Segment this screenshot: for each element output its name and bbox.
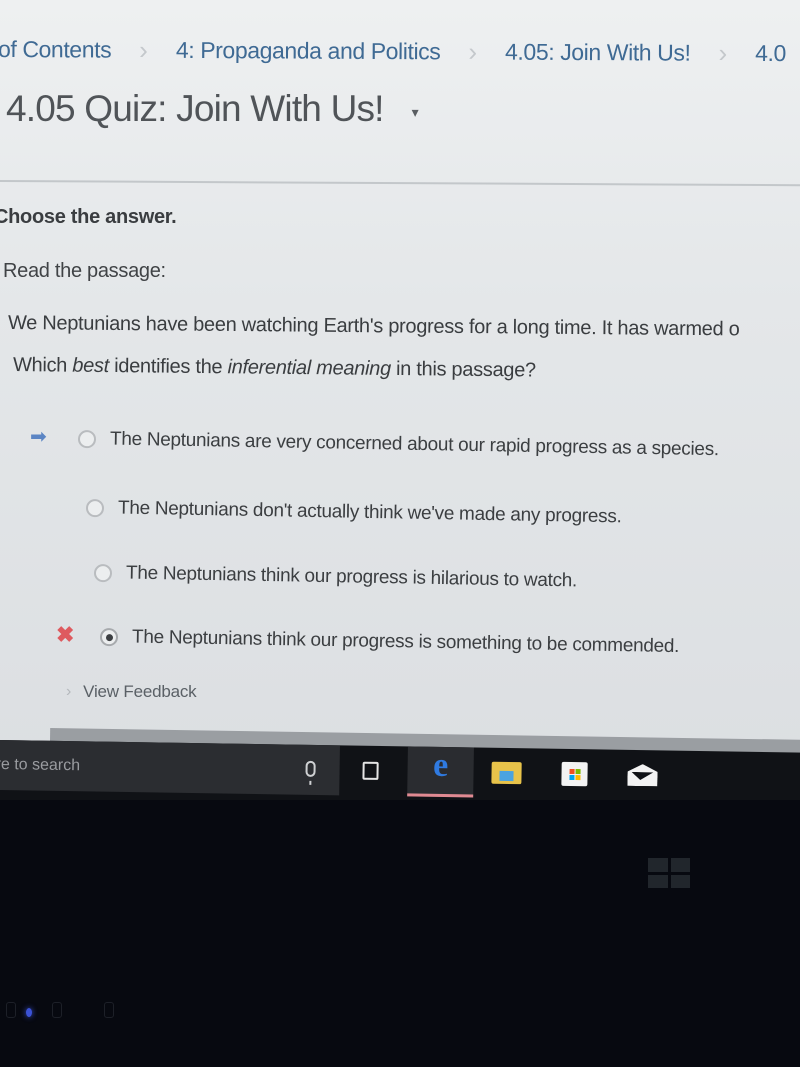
- breadcrumb-item-table-of-contents[interactable]: of Contents: [0, 35, 111, 63]
- answer-option-2[interactable]: The Neptunians don't actually think we'v…: [85, 497, 622, 528]
- breadcrumb-item-lesson[interactable]: 4.05: Join With Us!: [505, 38, 691, 66]
- question-part: in this passage?: [390, 357, 536, 382]
- breadcrumb-item-quiz[interactable]: 4.0: [755, 39, 786, 66]
- radio-button-selected[interactable]: [99, 628, 119, 647]
- view-feedback-label: View Feedback: [83, 682, 197, 701]
- view-feedback-toggle[interactable]: › View Feedback: [66, 682, 197, 702]
- edge-icon: e: [432, 746, 449, 785]
- breadcrumb-separator-icon: ›: [718, 37, 728, 68]
- breadcrumb-separator-icon: ›: [139, 34, 148, 65]
- question-part: Which: [12, 354, 73, 377]
- title-dropdown-caret-icon[interactable]: ▾: [412, 104, 419, 121]
- radio-button[interactable]: [93, 564, 113, 583]
- lock-indicator-icon: [104, 1002, 114, 1018]
- read-passage-label: Read the passage:: [3, 260, 166, 282]
- incorrect-x-icon: ✖: [56, 622, 75, 647]
- breadcrumb-separator-icon: ›: [468, 35, 478, 66]
- question-part: identifies the: [108, 355, 228, 379]
- lock-indicator-icon: [52, 1002, 62, 1018]
- power-indicator-icon: [6, 1002, 16, 1018]
- question-emphasis-inferential-meaning: inferential meaning: [227, 356, 391, 380]
- header-divider: [0, 180, 800, 187]
- laptop-bezel: [0, 800, 800, 1067]
- question-text: Which best identifies the inferential me…: [13, 354, 536, 382]
- question-instruction: Choose the answer.: [0, 206, 177, 228]
- store-icon[interactable]: [559, 759, 589, 789]
- breadcrumb-item-unit[interactable]: 4: Propaganda and Politics: [176, 36, 441, 64]
- breadcrumb: of Contents › 4: Propaganda and Politics…: [0, 32, 800, 70]
- answer-option-label: The Neptunians don't actually think we'v…: [117, 497, 622, 528]
- answer-option-1[interactable]: The Neptunians are very concerned about …: [77, 428, 720, 461]
- windows-logo-icon: [648, 858, 690, 888]
- status-led-icon: [26, 1008, 32, 1017]
- question-emphasis-best: best: [72, 354, 110, 378]
- answer-option-label: The Neptunians think our progress is hil…: [125, 562, 578, 592]
- taskbar-search-box[interactable]: re to search: [0, 740, 340, 796]
- correct-answer-arrow-icon: ➡: [30, 426, 47, 448]
- microphone-icon[interactable]: [305, 760, 316, 777]
- answer-option-label: The Neptunians are very concerned about …: [109, 428, 720, 461]
- answer-option-4[interactable]: The Neptunians think our progress is som…: [99, 626, 680, 658]
- chevron-right-icon: ›: [66, 683, 72, 700]
- page-title-text: 4.05 Quiz: Join With Us!: [6, 88, 384, 129]
- radio-button[interactable]: [77, 430, 97, 449]
- taskbar-app-edge[interactable]: e: [407, 746, 474, 798]
- page-title: 4.05 Quiz: Join With Us! ▾: [6, 88, 419, 130]
- answer-option-3[interactable]: The Neptunians think our progress is hil…: [93, 562, 578, 592]
- mail-icon[interactable]: [627, 760, 657, 790]
- answer-option-label: The Neptunians think our progress is som…: [131, 626, 680, 658]
- search-placeholder: re to search: [0, 755, 81, 775]
- browser-screen: of Contents › 4: Propaganda and Politics…: [0, 0, 800, 760]
- passage-text: We Neptunians have been watching Earth's…: [7, 312, 740, 341]
- file-explorer-icon[interactable]: [491, 758, 522, 788]
- radio-button[interactable]: [85, 499, 105, 518]
- task-view-icon[interactable]: [355, 756, 385, 786]
